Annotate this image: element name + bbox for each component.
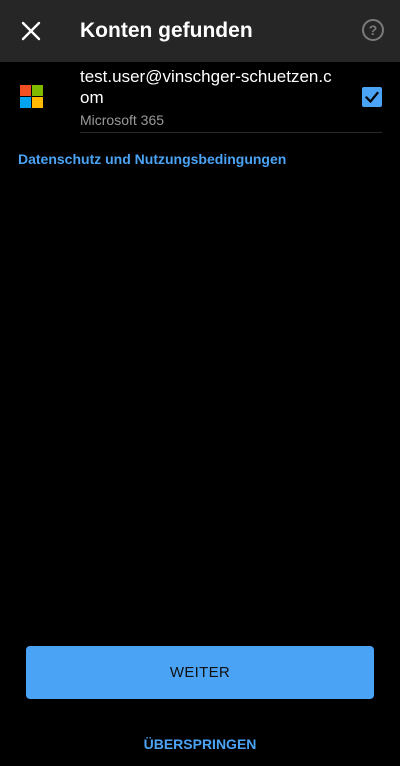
close-button[interactable] [18,18,44,44]
checkmark-icon [364,91,380,104]
account-checkbox[interactable] [362,87,382,107]
account-email: test.user@vinschger-schuetzen.com [80,67,332,107]
help-icon: ? [368,22,378,38]
microsoft-logo-icon [20,85,43,108]
app-bar: Konten gefunden ? [0,0,400,62]
help-button[interactable]: ? [362,19,384,41]
page-title: Konten gefunden [80,19,253,42]
privacy-terms-link[interactable]: Datenschutz und Nutzungsbedingungen [18,150,286,168]
account-list-item[interactable]: test.user@vinschger-schuetzen.com Micros… [0,62,400,132]
continue-button[interactable]: WEITER [26,646,374,699]
divider [80,132,382,133]
account-type: Microsoft 365 [80,112,165,128]
close-icon [21,21,41,41]
accounts-found-screen: Konten gefunden ? test.user@vinschger-sc… [0,0,400,766]
skip-button[interactable]: ÜBERSPRINGEN [0,734,400,754]
